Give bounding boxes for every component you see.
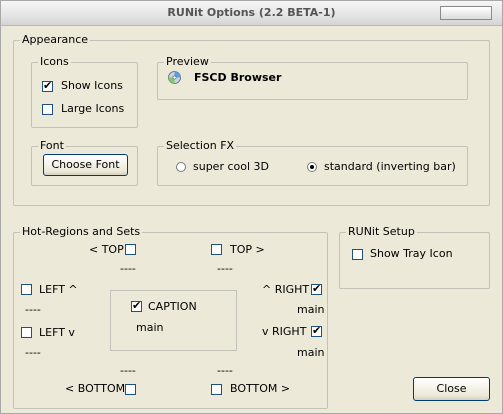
appearance-label: Appearance (20, 33, 91, 47)
caption-checkbox[interactable] (131, 299, 142, 312)
font-label: Font (38, 139, 66, 153)
caption-value: main (136, 321, 164, 334)
appearance-group: Appearance Icons Show Icons Large Icons … (13, 33, 490, 206)
title-bar[interactable]: RUNit Options (2.2 BETA-1) (1, 1, 502, 26)
bottom-right-value: ---- (217, 364, 233, 377)
top-right-checkbox[interactable] (211, 244, 222, 255)
preview-group: Preview FSCD Browser (157, 55, 468, 100)
show-tray-icon-checkbox[interactable] (352, 249, 363, 260)
hot-regions-label: Hot-Regions and Sets (20, 225, 143, 239)
runit-setup-group: RUNit Setup Show Tray Icon (339, 225, 490, 289)
right-up-label[interactable]: ^ RIGHT (262, 283, 309, 297)
show-icons-checkbox[interactable] (42, 79, 53, 92)
bottom-left-checkbox[interactable] (125, 384, 136, 395)
runit-setup-label: RUNit Setup (346, 225, 417, 239)
icons-label: Icons (38, 55, 71, 69)
super-cool-3d-radio[interactable] (176, 162, 186, 172)
icons-group: Icons Show Icons Large Icons (31, 55, 138, 128)
caption-label[interactable]: CAPTION (148, 300, 197, 314)
bottom-right-checkbox[interactable] (211, 384, 222, 395)
hot-regions-group: Hot-Regions and Sets < TOP ---- TOP > --… (13, 225, 328, 409)
top-left-value: ---- (120, 262, 136, 275)
window-title: RUNit Options (2.2 BETA-1) (167, 6, 336, 19)
right-down-label[interactable]: v RIGHT (262, 325, 306, 339)
top-right-label[interactable]: TOP > (230, 243, 265, 257)
left-down-label[interactable]: LEFT v (39, 326, 75, 340)
right-up-value: main (297, 303, 325, 316)
left-up-label[interactable]: LEFT ^ (39, 283, 78, 297)
standard-inverting-bar-label[interactable]: standard (inverting bar) (324, 160, 456, 174)
caption-box: CAPTION main (110, 290, 237, 351)
top-right-value: ---- (217, 262, 233, 275)
right-down-checkbox[interactable] (311, 324, 322, 337)
top-left-checkbox[interactable] (125, 244, 136, 255)
super-cool-3d-label[interactable]: super cool 3D (193, 160, 269, 174)
large-icons-checkbox[interactable] (42, 104, 53, 115)
options-window: RUNit Options (2.2 BETA-1) Appearance Ic… (0, 0, 503, 414)
bottom-right-label[interactable]: BOTTOM > (230, 382, 290, 396)
choose-font-button[interactable]: Choose Font (43, 154, 128, 176)
standard-inverting-bar-radio[interactable] (307, 162, 317, 172)
selection-fx-label: Selection FX (164, 139, 237, 153)
cd-icon (168, 71, 181, 84)
left-down-value: ---- (25, 346, 41, 359)
preview-text: FSCD Browser (194, 71, 282, 84)
window-control-button[interactable] (440, 6, 492, 20)
right-up-checkbox[interactable] (311, 282, 322, 295)
top-left-label[interactable]: < TOP (89, 243, 124, 257)
close-button[interactable]: Close (413, 377, 490, 401)
preview-label: Preview (164, 55, 211, 69)
left-up-value: ---- (25, 303, 41, 316)
show-icons-label[interactable]: Show Icons (61, 79, 123, 93)
bottom-left-label[interactable]: < BOTTOM (65, 382, 125, 396)
selection-fx-group: Selection FX super cool 3D standard (inv… (157, 139, 468, 186)
large-icons-label[interactable]: Large Icons (61, 102, 124, 116)
bottom-left-value: ---- (120, 364, 136, 377)
show-tray-icon-label[interactable]: Show Tray Icon (370, 247, 453, 261)
font-group: Font Choose Font (31, 139, 138, 186)
left-down-checkbox[interactable] (21, 327, 32, 338)
right-down-value: main (297, 346, 325, 359)
left-up-checkbox[interactable] (21, 284, 32, 295)
